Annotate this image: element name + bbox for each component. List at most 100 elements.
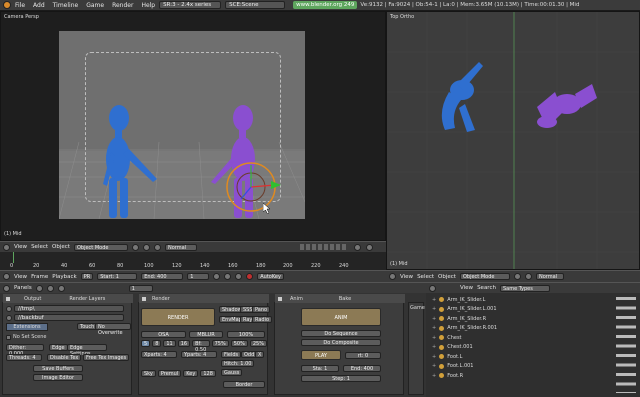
pivot-icon[interactable] [142,243,150,251]
outliner-list[interactable]: + Arm_IK_Slider.L + Arm_IK_Slider.L.001 + A… [426,293,640,397]
resolution-75-button[interactable]: 75% [211,340,229,347]
menu-add[interactable]: Add [29,2,49,9]
menu-select[interactable]: Select [417,274,434,280]
anim-step-field[interactable]: Step: 1 [301,375,381,382]
object-context-icon[interactable] [57,284,65,292]
osa-8-button[interactable]: 8 [152,340,162,347]
sky-toggle[interactable]: Sky [141,370,156,377]
key-toggle[interactable]: Key [183,370,199,377]
do-composite-toggle[interactable]: Do Composite [301,339,381,346]
menu-object[interactable]: Object [438,274,456,280]
transform-manipulator[interactable] [219,157,289,217]
gauss-dropdown[interactable]: Gauss [221,369,243,376]
osa-toggle[interactable]: OSA [141,331,186,338]
frame-field[interactable]: 1 [128,284,153,292]
disable-tex-toggle[interactable]: Disable Tex [47,354,82,361]
list-item[interactable]: + Arm_IK_Slider.L [432,295,634,305]
scene-context-icon[interactable] [46,284,54,292]
object-name[interactable]: Chest.001 [447,344,472,350]
url-link[interactable]: www.blender.org 249 [293,1,358,9]
extensions-toggle[interactable]: Extensions [6,323,48,331]
list-item[interactable]: + Arm_IK_Slider.R [432,314,634,324]
render-button[interactable]: RENDER [141,308,215,326]
object-name[interactable]: Foot.L [447,354,462,360]
editor-type-icon[interactable] [389,273,396,280]
orientation-dropdown[interactable]: Normal [164,243,197,251]
object-name[interactable]: Arm_IK_Slider.L [447,297,485,303]
current-frame-marker[interactable] [13,252,14,263]
blender-logo-icon[interactable] [3,1,11,9]
record-icon[interactable] [246,273,254,280]
preview-range-button[interactable]: PR [80,273,94,280]
menu-search[interactable]: Search [477,285,496,291]
collapse-icon[interactable] [142,296,146,301]
visibility-toggles[interactable] [616,297,636,393]
draw-type-icon[interactable] [131,243,139,251]
menu-timeline[interactable]: Timeline [49,2,83,9]
editor-type-icon[interactable] [3,273,10,280]
output-path-field[interactable]: //tmp\ [14,305,124,312]
collapse-icon[interactable] [6,296,10,301]
osa-16-button[interactable]: 16 [177,340,191,347]
fields-toggle[interactable]: Fields [221,351,242,358]
object-name[interactable]: Chest [447,335,461,341]
output-tab[interactable]: Output [24,296,41,302]
render-tab[interactable]: Render [152,296,170,302]
object-name[interactable]: Foot.R [447,373,463,379]
menu-frame[interactable]: Frame [31,274,48,280]
dither-field[interactable]: Dither: 0.000 [6,344,44,357]
pivot-icon[interactable] [524,273,532,280]
bake-tab[interactable]: Bake [339,296,351,302]
threads-field[interactable]: Threads: 4 [6,354,42,361]
premul-toggle[interactable]: Premul [157,370,182,377]
menu-view[interactable]: View [14,274,27,280]
blue-figure[interactable] [93,104,173,229]
screen-field[interactable]: SR:3 - 2.4x series [159,1,222,9]
image-editor-dropdown[interactable]: Image Editor [33,374,83,381]
play-button[interactable]: PLAY [301,350,341,360]
list-item[interactable]: + Foot.R [432,371,634,381]
yparts-field[interactable]: Yparts: 4 [181,351,217,358]
menu-view[interactable]: View [460,285,473,291]
scene-field[interactable]: SCE:Scene [225,1,286,9]
manipulator-toggle-icon[interactable] [153,243,161,251]
menu-game[interactable]: Game [82,2,108,9]
menu-view[interactable]: View [400,274,413,280]
rewind-icon[interactable] [213,273,221,280]
collapse-icon[interactable] [278,296,282,301]
outliner-type-dropdown[interactable]: Same Types [499,284,550,292]
checkbox-icon[interactable] [6,334,11,340]
timeline[interactable]: 0 20 40 60 80 100 120 140 160 180 200 22… [0,252,386,270]
editor-type-icon[interactable] [3,243,10,251]
blur-factor-field[interactable]: Bf: 0.50 [192,340,210,353]
folder-icon[interactable] [6,305,12,312]
menu-render[interactable]: Render [108,2,137,9]
hitch-field[interactable]: Hitch: 1.00 [221,360,255,367]
backbuf-path-field[interactable]: //backbuf [14,314,124,321]
menu-panels[interactable]: Panels [14,285,32,291]
osa-11-button[interactable]: 11 [163,340,176,347]
do-sequence-toggle[interactable]: Do Sequence [301,330,381,337]
free-tex-images-toggle[interactable]: Free Tex Images [83,354,130,361]
edge-settings-button[interactable]: Edge Settings [67,344,107,357]
object-name[interactable]: Arm_IK_Slider.R [447,316,486,322]
no-overwrite-toggle[interactable]: No Overwrite [95,323,131,336]
list-item[interactable]: + Foot.L.001 [432,362,634,372]
save-buffers-toggle[interactable]: Save Buffers [33,365,83,372]
menu-file[interactable]: File [11,2,29,9]
camera-viewport[interactable]: Camera Persp (1) Mid [0,11,386,241]
list-item[interactable]: + Foot.L [432,352,634,362]
mode-dropdown[interactable]: Object Mode [459,273,510,280]
resolution-100-button[interactable]: 100% [227,331,265,338]
list-item[interactable]: + Chest.001 [432,343,634,353]
orientation-dropdown[interactable]: Normal [535,273,564,280]
menu-select[interactable]: Select [31,244,48,250]
pano-toggle[interactable]: Pano [252,306,271,313]
menu-object[interactable]: Object [52,244,70,250]
border-toggle[interactable]: Border [223,381,265,388]
anim-button[interactable]: ANIM [301,308,381,326]
object-name[interactable]: Arm_IK_Slider.L.001 [447,306,496,312]
xparts-field[interactable]: Xparts: 4 [141,351,177,358]
osa-5-button[interactable]: 5 [141,340,151,347]
list-item[interactable]: + Arm_IK_Slider.L.001 [432,305,634,315]
